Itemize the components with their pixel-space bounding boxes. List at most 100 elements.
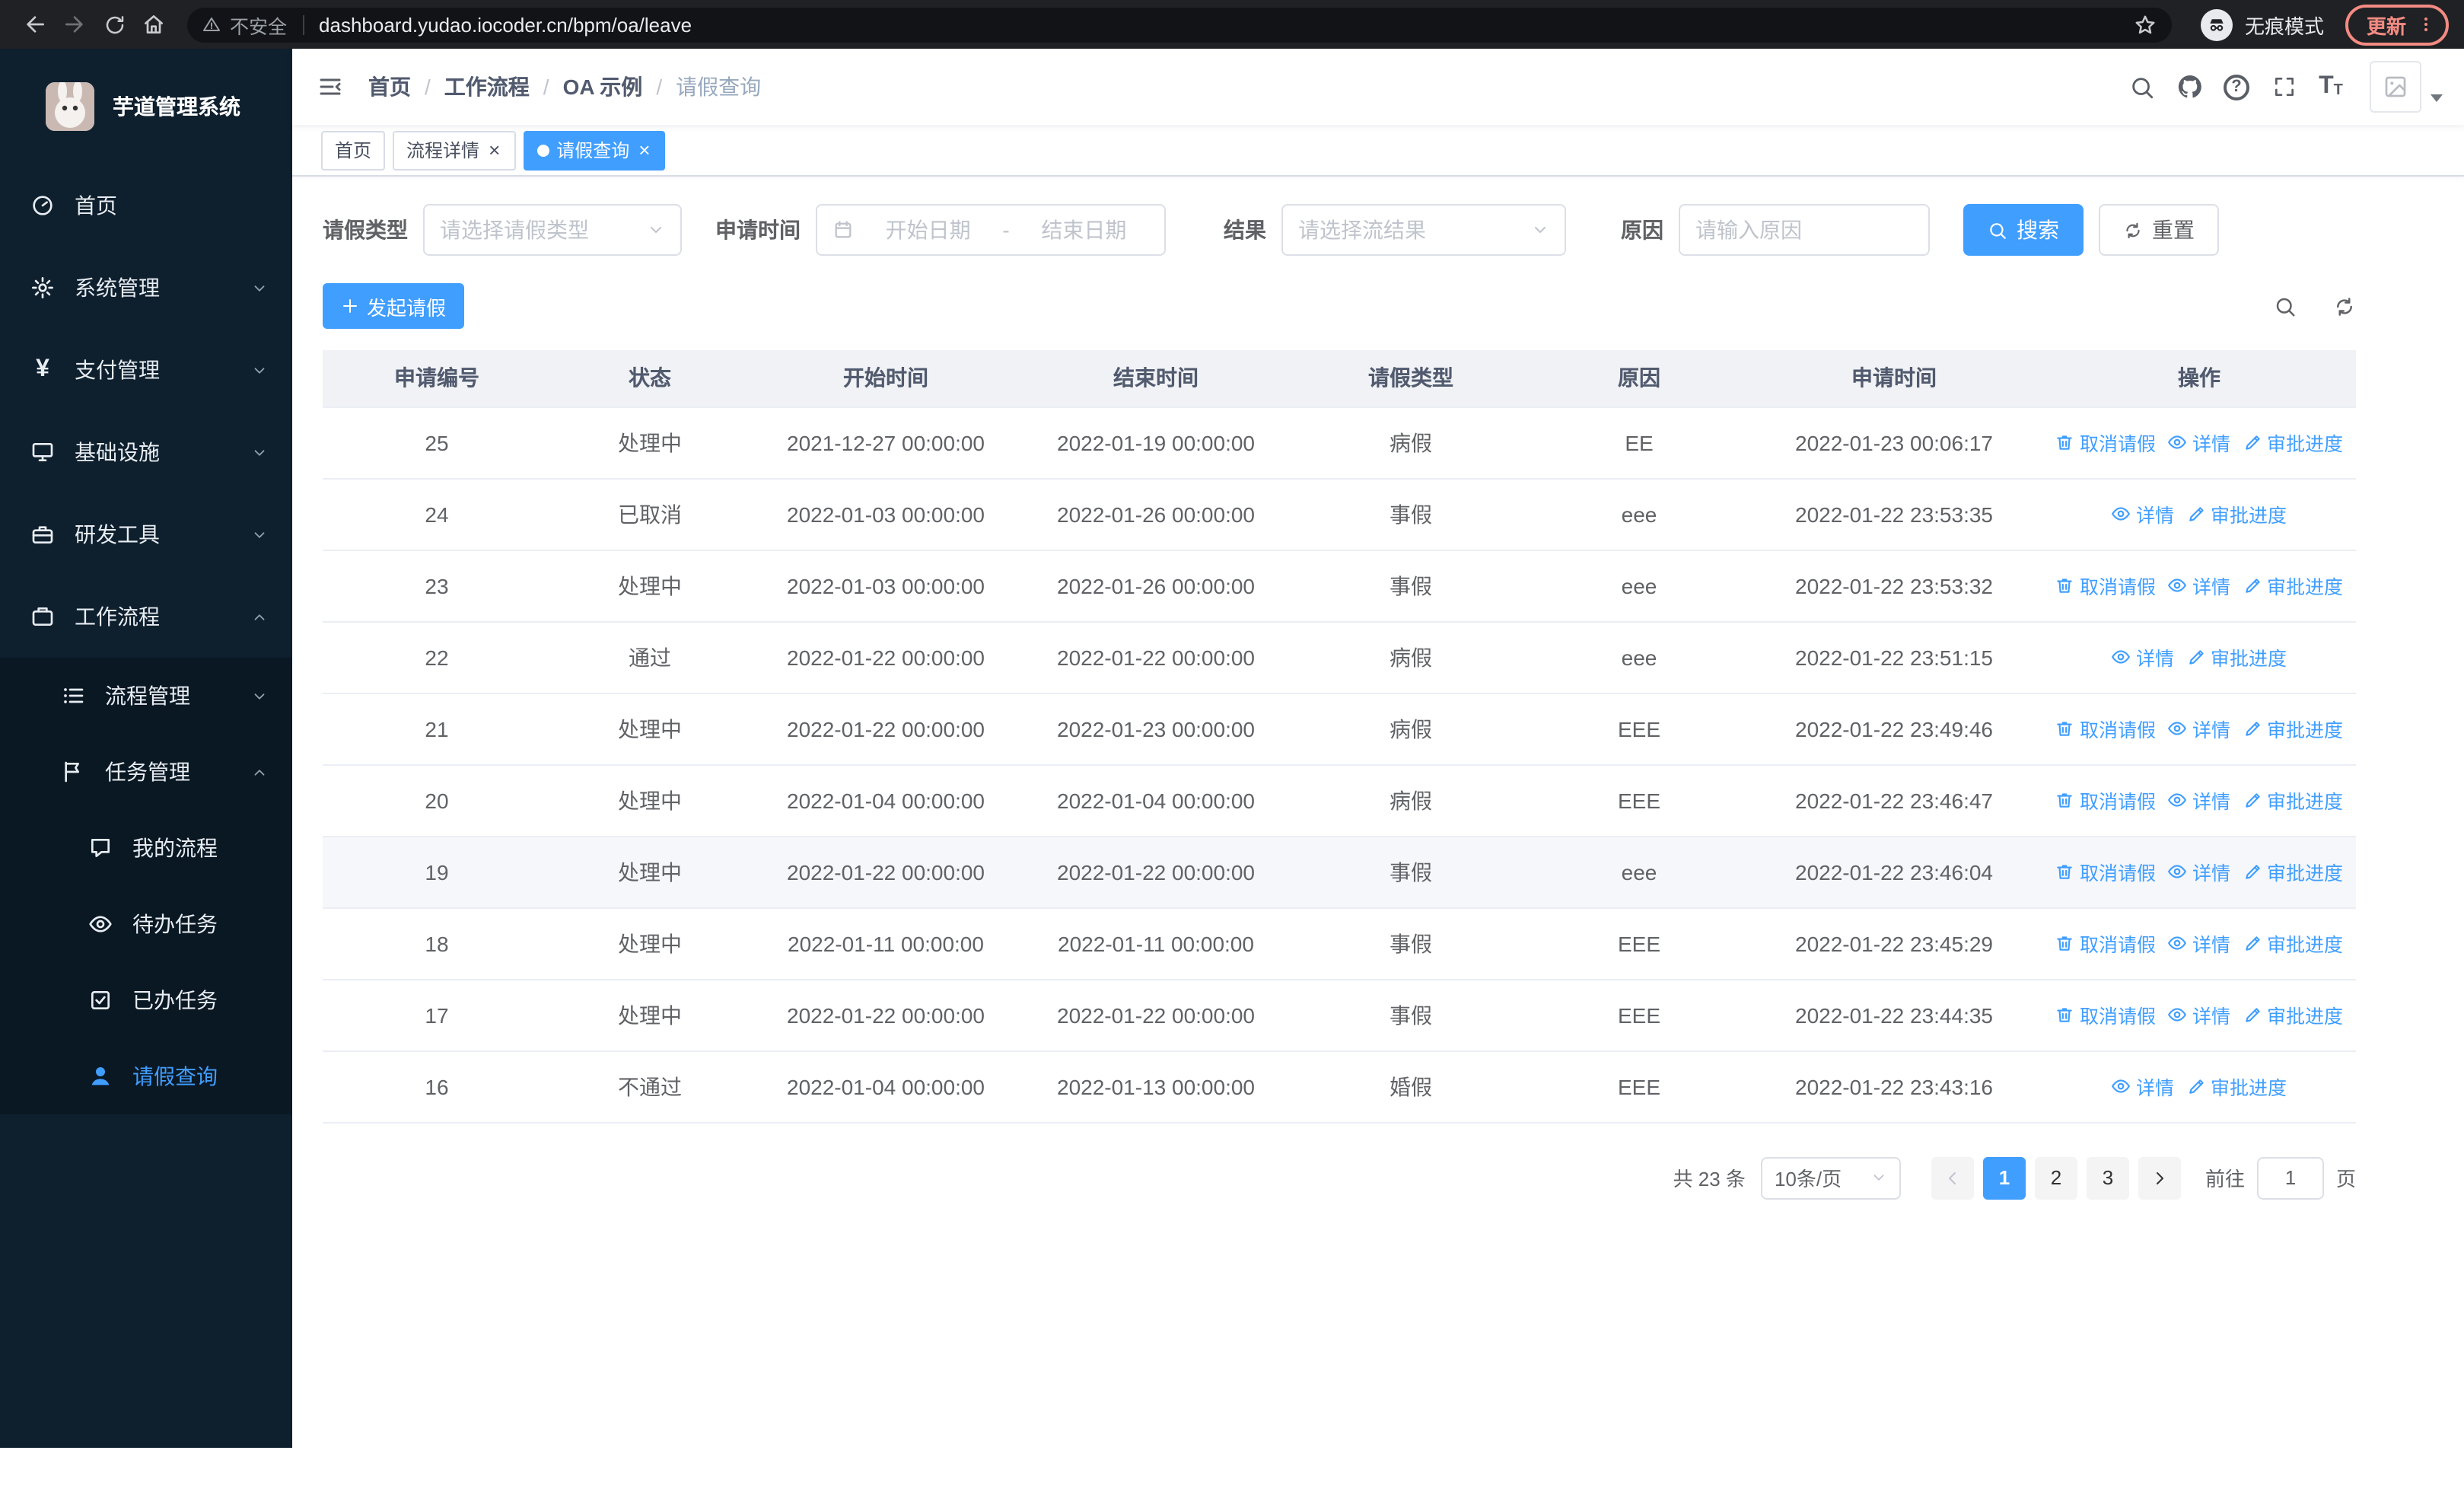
page-button-2[interactable]: 2 [2034, 1156, 2077, 1199]
start-date-input[interactable]: 开始日期 [863, 215, 993, 245]
action-progress-link[interactable]: 审批进度 [2186, 642, 2287, 671]
sidebar-item-system[interactable]: 系统管理 [0, 247, 292, 329]
cell-apply-time: 2022-01-22 23:46:04 [1746, 836, 2042, 908]
refresh-table-icon[interactable] [2333, 295, 2356, 317]
sidebar-item-payment[interactable]: ¥ 支付管理 [0, 329, 292, 411]
breadcrumb-item[interactable]: 工作流程 [444, 72, 530, 102]
reload-icon[interactable] [94, 5, 134, 44]
tab-home[interactable]: 首页 [321, 130, 386, 170]
action-detail-link[interactable]: 详情 [2168, 571, 2230, 600]
cell-actions: 详情 审批进度 [2042, 478, 2356, 550]
sidebar-item-process-management[interactable]: 流程管理 [0, 658, 292, 734]
action-detail-link[interactable]: 详情 [2112, 1072, 2174, 1101]
action-detail-link[interactable]: 详情 [2112, 642, 2174, 671]
browser-menu-icon[interactable] [2417, 14, 2435, 35]
action-cancel-leave-link[interactable]: 取消请假 [2055, 571, 2156, 600]
page-size-select[interactable]: 10条/页 [1760, 1156, 1901, 1199]
reset-button[interactable]: 重置 [2099, 204, 2219, 256]
action-cancel-leave-link[interactable]: 取消请假 [2055, 1000, 2156, 1029]
font-size-icon[interactable]: TT [2307, 49, 2354, 125]
action-progress-link[interactable]: 审批进度 [2186, 1072, 2287, 1101]
delete-icon [2058, 936, 2073, 951]
cell-start-time: 2022-01-03 00:00:00 [749, 550, 1023, 622]
action-detail-link[interactable]: 详情 [2112, 499, 2174, 528]
end-date-input[interactable]: 结束日期 [1019, 215, 1149, 245]
action-progress-link[interactable]: 审批进度 [2243, 929, 2343, 958]
action-detail-link[interactable]: 详情 [2168, 428, 2230, 457]
action-progress-link[interactable]: 审批进度 [2243, 571, 2343, 600]
action-cancel-leave-link[interactable]: 取消请假 [2055, 857, 2156, 886]
cell-reason: eee [1533, 621, 1746, 693]
sidebar-item-leave-query[interactable]: 请假查询 [0, 1038, 292, 1114]
sidebar-item-home[interactable]: 首页 [0, 164, 292, 247]
date-range-picker[interactable]: 开始日期 - 结束日期 [816, 204, 1166, 256]
caret-down-icon[interactable] [2431, 94, 2443, 101]
cell-reason: eee [1533, 836, 1746, 908]
pagination: 共 23 条 10条/页 1 2 3 前往 页 [323, 1156, 2356, 1199]
close-icon[interactable]: × [637, 140, 651, 160]
table-row: 25 处理中 2021-12-27 00:00:00 2022-01-19 00:00… [323, 406, 2356, 479]
action-progress-link[interactable]: 审批进度 [2186, 499, 2287, 528]
sidebar-item-devtools[interactable]: 研发工具 [0, 493, 292, 575]
cell-apply-id: 24 [323, 478, 551, 550]
back-icon[interactable] [15, 5, 55, 44]
action-cancel-leave-link[interactable]: 取消请假 [2055, 786, 2156, 814]
action-cancel-leave-link[interactable]: 取消请假 [2055, 428, 2156, 457]
goto-page-input[interactable] [2256, 1156, 2324, 1199]
cell-start-time: 2022-01-22 00:00:00 [749, 693, 1023, 765]
sidebar-item-my-processes[interactable]: 我的流程 [0, 810, 292, 886]
action-progress-link[interactable]: 审批进度 [2243, 857, 2343, 886]
close-icon[interactable]: × [487, 140, 501, 160]
sidebar-item-workflow[interactable]: 工作流程 [0, 575, 292, 658]
action-progress-link[interactable]: 审批进度 [2243, 786, 2343, 814]
search-button[interactable]: 搜索 [1963, 204, 2084, 256]
tab-process-detail[interactable]: 流程详情 × [393, 130, 516, 170]
leave-type-select[interactable]: 请选择请假类型 [423, 204, 682, 256]
action-cancel-leave-link[interactable]: 取消请假 [2055, 929, 2156, 958]
security-indicator[interactable]: 不安全 [202, 10, 287, 39]
url-bar[interactable]: 不安全 dashboard.yudao.iocoder.cn/bpm/oa/le… [187, 7, 2172, 42]
home-icon[interactable] [134, 5, 173, 44]
breadcrumb-item[interactable]: 首页 [368, 72, 411, 102]
fullscreen-icon[interactable] [2260, 49, 2307, 125]
action-detail-link[interactable]: 详情 [2168, 857, 2230, 886]
page-button-3[interactable]: 3 [2086, 1156, 2129, 1199]
create-leave-button[interactable]: 发起请假 [323, 283, 465, 329]
prev-page-button[interactable] [1931, 1156, 1974, 1199]
help-icon[interactable]: ? [2213, 49, 2260, 125]
cell-actions: 详情 审批进度 [2042, 1050, 2356, 1123]
next-page-button[interactable] [2138, 1156, 2181, 1199]
action-detail-link[interactable]: 详情 [2168, 929, 2230, 958]
sidebar-item-infrastructure[interactable]: 基础设施 [0, 411, 292, 493]
page-button-1[interactable]: 1 [1982, 1156, 2026, 1199]
action-detail-link[interactable]: 详情 [2168, 786, 2230, 814]
forward-icon[interactable] [55, 5, 94, 44]
edit-icon [2245, 936, 2259, 951]
monitor-icon [32, 443, 53, 461]
sidebar-toggle-icon[interactable] [292, 49, 368, 125]
sidebar-item-pending-tasks[interactable]: 待办任务 [0, 886, 292, 962]
action-detail-link[interactable]: 详情 [2168, 714, 2230, 743]
github-icon[interactable] [2166, 49, 2213, 125]
toggle-search-icon[interactable] [2274, 295, 2297, 317]
action-progress-link[interactable]: 审批进度 [2243, 428, 2343, 457]
bookmark-star-icon[interactable] [2134, 13, 2157, 36]
reason-label: 原因 [1621, 218, 1663, 242]
reason-input[interactable] [1680, 206, 1928, 254]
chevron-up-icon [251, 763, 268, 780]
action-cancel-leave-link[interactable]: 取消请假 [2055, 714, 2156, 743]
edit-icon [2245, 793, 2259, 808]
cell-reason: eee [1533, 550, 1746, 622]
sidebar-item-task-management[interactable]: 任务管理 [0, 734, 292, 810]
tab-leave-query[interactable]: 请假查询 × [523, 130, 666, 170]
update-button[interactable]: 更新 [2345, 4, 2449, 45]
action-progress-link[interactable]: 审批进度 [2243, 1000, 2343, 1029]
sidebar-item-done-tasks[interactable]: 已办任务 [0, 962, 292, 1038]
action-progress-link[interactable]: 审批进度 [2243, 714, 2343, 743]
breadcrumb-item[interactable]: OA 示例 [563, 72, 643, 102]
action-detail-link[interactable]: 详情 [2168, 1000, 2230, 1029]
result-select[interactable]: 请选择流结果 [1281, 204, 1566, 256]
avatar[interactable] [2370, 61, 2421, 113]
table-row: 21 处理中 2022-01-22 00:00:00 2022-01-23 00:00… [323, 693, 2356, 765]
search-icon[interactable] [2119, 49, 2166, 125]
